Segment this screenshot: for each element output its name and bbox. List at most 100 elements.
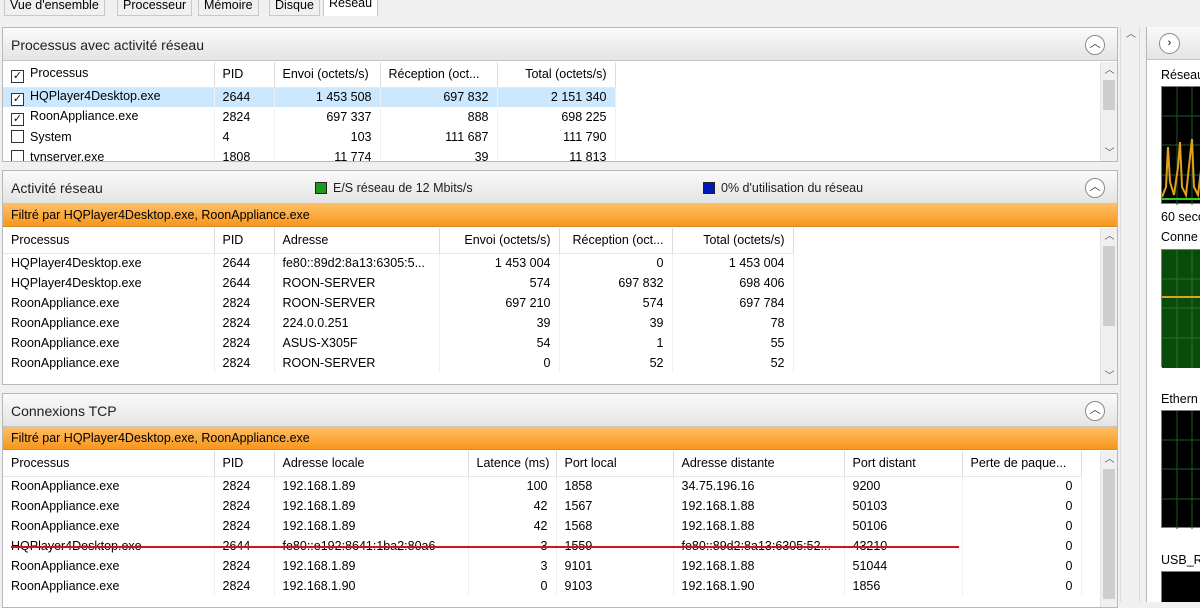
process-name-cell: System: [3, 127, 215, 147]
scroll-up-arrow-icon[interactable]: ︿: [1101, 228, 1117, 245]
column-header-address[interactable]: Adresse: [274, 228, 440, 254]
scroll-thumb[interactable]: [1103, 80, 1115, 110]
scroll-up-arrow-icon[interactable]: ︿: [1101, 451, 1117, 468]
receive-cell: 574: [559, 293, 673, 313]
tab-overview[interactable]: Vue d'ensemble: [4, 0, 105, 16]
network-graph-plot: [1161, 87, 1200, 205]
expand-chevron-right-icon[interactable]: ›: [1159, 33, 1180, 54]
column-header-packet-loss[interactable]: Perte de paque...: [962, 451, 1082, 477]
local-port-cell: 1567: [556, 496, 674, 516]
table-row[interactable]: ✓ RoonAppliance.exe 2824 697 337 888 698 225: [3, 107, 616, 127]
section-title: Processus avec activité réseau: [11, 37, 204, 53]
legend-util-swatch: [703, 182, 715, 194]
pid-cell: 2644: [214, 273, 275, 293]
send-cell: 11 774: [274, 147, 381, 161]
column-header-local-port[interactable]: Port local: [556, 451, 674, 477]
column-header-pid[interactable]: PID: [214, 228, 275, 254]
send-cell: 697 210: [439, 293, 560, 313]
total-cell: 697 784: [672, 293, 794, 313]
latency-cell: 42: [468, 496, 557, 516]
table-row[interactable]: RoonAppliance.exe 2824 224.0.0.251 39 39 78: [3, 313, 794, 333]
row-checkbox[interactable]: ✓: [11, 92, 24, 106]
pid-cell: 2644: [214, 87, 275, 107]
column-header-receive[interactable]: Réception (oct...: [559, 228, 673, 254]
table-row[interactable]: RoonAppliance.exe 2824 192.168.1.89 3 9101 19…: [3, 556, 1082, 576]
table-row[interactable]: HQPlayer4Desktop.exe 2644 ROON-SERVER 574 69…: [3, 273, 794, 293]
table-row[interactable]: HQPlayer4Desktop.exe 2644 fe80::89d2:8a13:…: [3, 253, 794, 273]
row-checkbox[interactable]: ✓: [11, 112, 24, 126]
table-row[interactable]: tvnserver.exe 1808 11 774 39 11 813: [3, 147, 616, 161]
tab-disk[interactable]: Disque: [269, 0, 320, 16]
graph-label-60-seconds: 60 seco: [1161, 210, 1200, 224]
send-cell: 1 453 004: [439, 253, 560, 273]
table-row[interactable]: RoonAppliance.exe 2824 ASUS-X305F 54 1 55: [3, 333, 794, 353]
collapse-chevron-icon[interactable]: ︿: [1085, 178, 1105, 198]
receive-cell: 39: [380, 147, 498, 161]
row-checkbox[interactable]: [11, 150, 24, 161]
process-name-cell: RoonAppliance.exe: [3, 556, 215, 576]
column-header-send[interactable]: Envoi (octets/s): [274, 62, 381, 88]
total-cell: 52: [672, 353, 794, 373]
local-port-cell: 1568: [556, 516, 674, 536]
section-title: Activité réseau: [11, 180, 103, 196]
collapse-chevron-icon[interactable]: ︿: [1085, 401, 1105, 421]
select-all-checkbox[interactable]: ✓: [11, 69, 24, 83]
packet-loss-cell: 0: [962, 576, 1082, 596]
table-row[interactable]: RoonAppliance.exe 2824 ROON-SERVER 0 52 52: [3, 353, 794, 373]
pid-cell: 2824: [214, 107, 275, 127]
processes-scrollbar[interactable]: ︿ ﹀: [1100, 62, 1117, 161]
row-checkbox[interactable]: [11, 130, 24, 143]
tab-cpu[interactable]: Processeur: [117, 0, 193, 16]
scroll-thumb[interactable]: [1103, 246, 1115, 326]
scroll-down-arrow-icon[interactable]: ﹀: [1101, 145, 1117, 161]
tab-network[interactable]: Réseau: [323, 0, 379, 16]
column-header-remote-address[interactable]: Adresse distante: [673, 451, 845, 477]
section-header[interactable]: Connexions TCP ︿: [3, 394, 1117, 427]
receive-cell: 52: [559, 353, 673, 373]
receive-cell: 697 832: [559, 273, 673, 293]
table-row[interactable]: System 4 103 111 687 111 790: [3, 127, 616, 147]
column-header-pid[interactable]: PID: [214, 62, 275, 88]
send-cell: 697 337: [274, 107, 381, 127]
graphs-pane: › Réseau 60 seco Conne Ethern: [1146, 27, 1200, 602]
filter-banner[interactable]: Filtré par HQPlayer4Desktop.exe, RoonApp…: [3, 427, 1117, 450]
send-cell: 39: [439, 313, 560, 333]
scroll-up-arrow-icon[interactable]: ︿: [1101, 62, 1117, 79]
section-header[interactable]: Activité réseau E/S réseau de 12 Mbits/s…: [3, 171, 1117, 204]
table-row[interactable]: RoonAppliance.exe 2824 192.168.1.89 42 1567 1…: [3, 496, 1082, 516]
table-row[interactable]: ✓ HQPlayer4Desktop.exe 2644 1 453 508 697 83…: [3, 87, 616, 107]
processes-network-section: Processus avec activité réseau ︿ ✓ Proces…: [2, 27, 1118, 162]
local-address-cell: 192.168.1.89: [274, 476, 469, 496]
table-row[interactable]: RoonAppliance.exe 2824 ROON-SERVER 697 210 5…: [3, 293, 794, 313]
scroll-up-arrow-icon[interactable]: ︿: [1123, 27, 1139, 43]
activity-scrollbar[interactable]: ︿ ﹀: [1100, 228, 1117, 384]
column-header-remote-port[interactable]: Port distant: [844, 451, 963, 477]
column-header-pid[interactable]: PID: [214, 451, 275, 477]
tcp-scrollbar[interactable]: ︿: [1100, 451, 1117, 607]
column-header-local-address[interactable]: Adresse locale: [274, 451, 469, 477]
column-header-receive[interactable]: Réception (oct...: [380, 62, 498, 88]
scroll-thumb[interactable]: [1103, 469, 1115, 599]
ethernet-graph: [1161, 410, 1200, 529]
column-header-total[interactable]: Total (octets/s): [672, 228, 794, 254]
packet-loss-cell: 0: [962, 496, 1082, 516]
column-header-process[interactable]: Processus: [3, 451, 215, 477]
column-header-latency[interactable]: Latence (ms): [468, 451, 557, 477]
scroll-down-arrow-icon[interactable]: ﹀: [1101, 368, 1117, 384]
column-header-process[interactable]: ✓ Processus: [3, 62, 215, 88]
column-header-send[interactable]: Envoi (octets/s): [439, 228, 560, 254]
collapse-chevron-icon[interactable]: ︿: [1085, 35, 1105, 55]
table-row[interactable]: RoonAppliance.exe 2824 192.168.1.90 0 9103 19…: [3, 576, 1082, 596]
receive-cell: 1: [559, 333, 673, 353]
section-header[interactable]: Processus avec activité réseau ︿: [3, 28, 1117, 61]
process-name-cell: RoonAppliance.exe: [3, 476, 215, 496]
address-cell: ASUS-X305F: [274, 333, 440, 353]
filter-banner[interactable]: Filtré par HQPlayer4Desktop.exe, RoonApp…: [3, 204, 1117, 227]
tab-memory[interactable]: Mémoire: [198, 0, 259, 16]
table-row[interactable]: RoonAppliance.exe 2824 192.168.1.89 42 1568 1…: [3, 516, 1082, 536]
column-header-process[interactable]: Processus: [3, 228, 215, 254]
column-header-total[interactable]: Total (octets/s): [497, 62, 616, 88]
packet-loss-cell: 0: [962, 536, 1082, 556]
main-scrollbar[interactable]: ︿: [1120, 27, 1140, 602]
table-row[interactable]: RoonAppliance.exe 2824 192.168.1.89 100 1858…: [3, 476, 1082, 496]
